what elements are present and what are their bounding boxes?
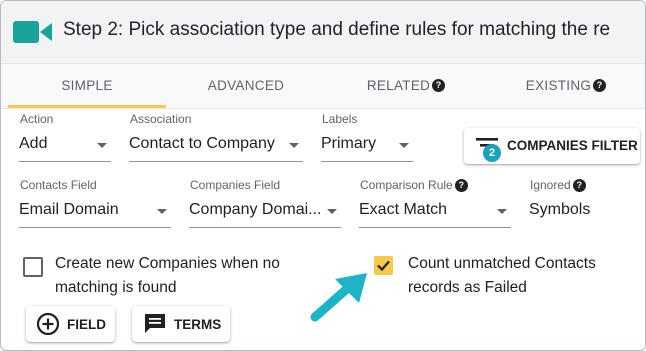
contacts-field-label: Contacts Field (20, 178, 97, 192)
dialog-frame: Step 2: Pick association type and define… (0, 0, 646, 351)
help-icon[interactable]: ? (454, 178, 468, 192)
terms-label: Terms (174, 317, 222, 332)
companies-field-select[interactable]: Company Domai... (189, 197, 341, 228)
association-value: Contact to Company (129, 135, 275, 152)
ignored-value: Symbols (529, 201, 591, 218)
video-camera-icon (13, 21, 52, 43)
labels-select[interactable]: Primary (321, 131, 413, 162)
action-select[interactable]: Add (19, 131, 111, 162)
tab-existing[interactable]: Existing ? (486, 64, 645, 106)
action-value: Add (19, 135, 48, 152)
contacts-field-select[interactable]: Email Domain (19, 197, 171, 228)
chevron-down-icon (327, 209, 337, 214)
association-label: Association (130, 112, 192, 126)
comparison-rule-label-text: Comparison Rule (360, 178, 453, 192)
tab-bar: Simple Advanced Related ? Existing ? (1, 64, 645, 109)
comparison-rule-value: Exact Match (359, 201, 448, 218)
active-tab-indicator (8, 105, 166, 108)
terms-button[interactable]: Terms (132, 306, 230, 342)
count-unmatched-label-line1: Count unmatched Contacts (408, 255, 596, 272)
tab-advanced[interactable]: Advanced (166, 64, 326, 106)
chevron-down-icon (497, 209, 507, 214)
chevron-down-icon (289, 143, 299, 148)
contacts-field-value: Email Domain (19, 201, 119, 218)
companies-filter-button[interactable]: 2 Companies filter (464, 128, 640, 164)
labels-value: Primary (321, 135, 377, 152)
tab-advanced-label: Advanced (207, 77, 285, 93)
chevron-down-icon (399, 143, 409, 148)
help-icon[interactable]: ? (432, 78, 446, 92)
companies-field-value: Company Domai... (189, 201, 322, 218)
action-label: Action (20, 112, 54, 126)
filter-count-badge: 2 (483, 144, 501, 162)
add-circle-icon (36, 312, 60, 336)
labels-label: Labels (322, 112, 358, 126)
tab-related[interactable]: Related ? (326, 64, 486, 106)
count-unmatched-label: Count unmatched Contacts records as Fail… (408, 252, 596, 300)
create-new-label-line1: Create new Companies when no (55, 255, 280, 272)
count-unmatched-checkbox[interactable] (374, 256, 393, 275)
arrow-pointer-icon (310, 273, 367, 322)
ignored-label-text: Ignored (530, 178, 571, 192)
message-icon (145, 314, 165, 333)
add-field-button[interactable]: Field (26, 306, 115, 342)
comparison-rule-select[interactable]: Exact Match (359, 197, 511, 228)
chevron-down-icon (97, 143, 107, 148)
companies-filter-label: Companies filter (507, 138, 638, 153)
ignored-label: Ignored ? (530, 178, 586, 192)
checkmark-icon (377, 260, 390, 272)
create-new-label-line2: matching is found (55, 279, 177, 296)
comparison-rule-label: Comparison Rule ? (360, 178, 468, 192)
association-select[interactable]: Contact to Company (129, 131, 303, 162)
help-icon[interactable]: ? (593, 78, 607, 92)
step-title: Step 2: Pick association type and define… (63, 19, 611, 40)
tab-simple[interactable]: Simple (8, 64, 166, 106)
tab-simple-label: Simple (61, 77, 113, 93)
create-new-companies-label: Create new Companies when no matching is… (55, 252, 280, 300)
tab-related-label: Related (366, 77, 431, 93)
step-header: Step 2: Pick association type and define… (1, 1, 645, 64)
help-icon[interactable]: ? (572, 178, 586, 192)
count-unmatched-label-line2: records as Failed (408, 279, 527, 296)
ignored-select[interactable]: Symbols (529, 197, 641, 227)
add-field-label: Field (67, 317, 106, 332)
tab-existing-label: Existing (525, 77, 592, 93)
companies-field-label: Companies Field (190, 178, 281, 192)
chevron-down-icon (157, 209, 167, 214)
create-new-companies-checkbox[interactable] (23, 257, 43, 277)
